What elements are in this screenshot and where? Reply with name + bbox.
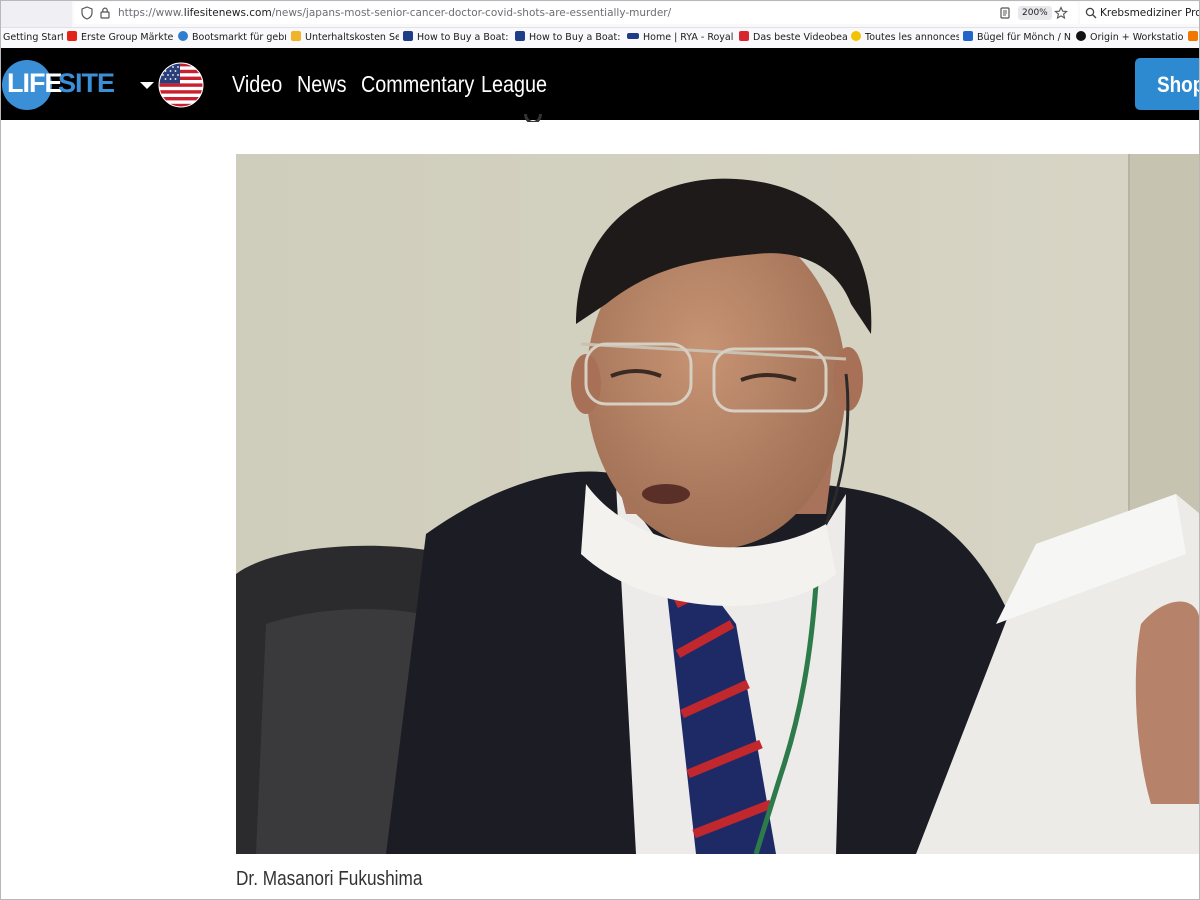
bookmark-item[interactable]: B xyxy=(1188,31,1200,45)
bookmark-item[interactable]: Bügel für Mönch / No... xyxy=(963,31,1071,45)
bookmark-label: Bügel für Mönch / No... xyxy=(977,32,1071,43)
bookmark-label: Bootsmarkt für gebrau... xyxy=(192,32,286,43)
site-icon xyxy=(515,31,525,41)
bookmark-item[interactable]: Origin + Workstation ... xyxy=(1076,31,1184,45)
nav-commentary[interactable]: Commentary xyxy=(361,71,474,98)
us-flag-icon[interactable] xyxy=(158,62,204,108)
site-header: LIFE SITE Video News Commentary League S… xyxy=(0,48,1200,120)
star-bookmark-icon[interactable] xyxy=(1054,6,1068,20)
lock-icon[interactable] xyxy=(98,6,112,20)
shield-icon[interactable] xyxy=(80,6,94,20)
search-icon xyxy=(1085,7,1097,19)
site-icon xyxy=(403,31,413,41)
bookmark-label: Unterhaltskosten Sege... xyxy=(305,32,399,43)
logo-life-text: LIFE xyxy=(7,68,62,98)
nav-league[interactable]: League xyxy=(481,71,547,98)
photo-illustration xyxy=(236,154,1200,854)
url-domain: lifesitenews.com xyxy=(183,7,272,19)
nav-news[interactable]: News xyxy=(297,71,346,98)
grid-icon xyxy=(963,31,973,41)
bookmark-label: How to Buy a Boat: Th... xyxy=(529,32,623,43)
search-text: Krebsmediziner Prof. M xyxy=(1100,7,1200,19)
c-icon xyxy=(739,31,749,41)
photo-caption: Dr. Masanori Fukushima xyxy=(236,868,423,890)
search-bar[interactable]: Krebsmediziner Prof. M xyxy=(1080,2,1200,24)
bookmark-label: Das beste Videobearbe... xyxy=(753,32,847,43)
bookmark-label: Home | RYA - Royal Ya... xyxy=(643,32,735,43)
origin-icon xyxy=(1076,31,1086,41)
bookmark-item[interactable]: Getting Started xyxy=(3,31,63,45)
address-bar[interactable]: https://www.lifesitenews.com/news/japans… xyxy=(74,2,1078,24)
bookmark-item[interactable]: How to Buy a Boat: Th... xyxy=(403,31,511,45)
toolbar-spacer xyxy=(0,0,72,27)
shop-button[interactable]: Shop xyxy=(1135,58,1200,110)
url-prefix: https://www. xyxy=(118,7,184,19)
bookmark-label: Erste Group Märkte&T... xyxy=(81,32,173,43)
zoom-level-badge[interactable]: 200% xyxy=(1018,6,1052,20)
bookmark-item[interactable]: Toutes les annonces i... xyxy=(851,31,959,45)
chevron-down-icon[interactable] xyxy=(140,82,154,89)
folder-icon xyxy=(291,31,301,41)
url-path: /news/japans-most-senior-cancer-doctor-c… xyxy=(271,7,672,19)
smile-icon xyxy=(851,31,861,41)
bookmark-label: How to Buy a Boat: Th... xyxy=(417,32,511,43)
bookmark-item[interactable]: Bootsmarkt für gebrau... xyxy=(178,31,286,45)
nav-video[interactable]: Video xyxy=(232,71,282,98)
browser-toolbar: https://www.lifesitenews.com/news/japans… xyxy=(0,0,1200,28)
article-photo xyxy=(236,154,1200,854)
headline-cutoff xyxy=(524,114,542,122)
bank-icon xyxy=(67,31,77,41)
globe-icon xyxy=(178,31,188,41)
bookmark-item[interactable]: Home | RYA - Royal Ya... xyxy=(627,31,735,45)
bookmark-item[interactable]: Erste Group Märkte&T... xyxy=(67,31,173,45)
bookmark-label: Toutes les annonces i... xyxy=(865,32,959,43)
bookmark-item[interactable]: How to Buy a Boat: Th... xyxy=(515,31,623,45)
reader-view-icon[interactable] xyxy=(998,6,1012,20)
shop-button-label: Shop xyxy=(1157,72,1200,97)
logo-site-text: SITE xyxy=(58,68,115,98)
bookmark-label: Getting Started xyxy=(3,32,63,43)
b-icon xyxy=(1188,31,1198,41)
bookmark-item[interactable]: Unterhaltskosten Sege... xyxy=(291,31,399,45)
bookmark-label: Origin + Workstation ... xyxy=(1090,32,1184,43)
bookmarks-bar: Getting Started Erste Group Märkte&T... … xyxy=(0,28,1200,48)
rya-icon xyxy=(627,33,639,39)
bookmark-item[interactable]: Das beste Videobearbe... xyxy=(739,31,847,45)
url-text[interactable]: https://www.lifesitenews.com/news/japans… xyxy=(118,7,671,19)
